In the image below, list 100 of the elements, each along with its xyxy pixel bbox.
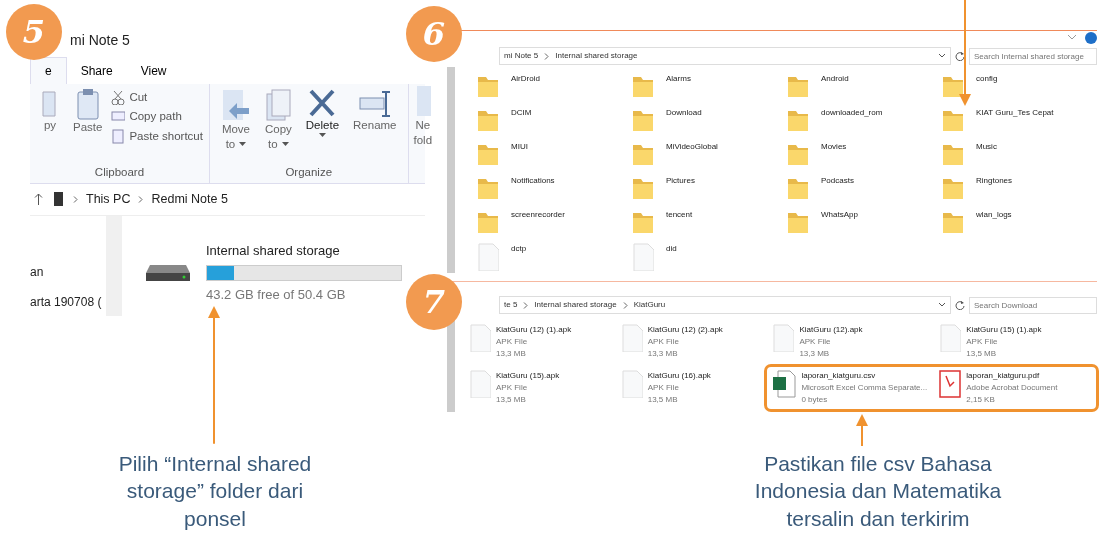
address-bar[interactable]: te 5 Internal shared storage KiatGuru: [499, 296, 951, 314]
breadcrumb-item[interactable]: This PC: [86, 190, 131, 209]
address-bar[interactable]: mi Note 5 Internal shared storage: [499, 47, 951, 65]
cut-button[interactable]: Cut: [111, 88, 203, 108]
file-item[interactable]: KiatGuru (12) (2).apk APK File 13,3 MB: [620, 324, 773, 360]
caret-icon: [239, 141, 247, 147]
file-item[interactable]: laporan_kiatguru.csv Microsoft Excel Comma Separate... 0 bytes: [772, 370, 940, 406]
file-name: KiatGuru (12) (1).apk: [496, 324, 572, 336]
nav-item[interactable]: arta 190708 (: [30, 292, 100, 311]
file-icon: [469, 324, 491, 352]
new-folder-button[interactable]: Ne fold: [408, 84, 438, 183]
file-name: KiatGuru (16).apk: [647, 370, 711, 382]
file-type: APK File: [647, 382, 680, 394]
folder-item[interactable]: Alarms: [632, 71, 787, 99]
folder-item[interactable]: dctp: [477, 241, 632, 269]
file-size: 13,3 MB: [647, 348, 679, 360]
file-item[interactable]: laporan_kiatguru.pdf Adobe Acrobat Document 2,15 KB: [939, 370, 1091, 406]
folder-item[interactable]: Movies: [787, 139, 942, 167]
folder-item[interactable]: Music: [942, 139, 1097, 167]
file-name: KiatGuru (12) (2).apk: [647, 324, 723, 336]
nav-item[interactable]: an: [30, 262, 100, 281]
chevron-down-icon[interactable]: [938, 53, 946, 59]
file-size: 13,3 MB: [799, 348, 831, 360]
folder-item[interactable]: Podcasts: [787, 173, 942, 201]
phone-icon: [51, 191, 65, 208]
folder-item[interactable]: config: [942, 71, 1097, 99]
copy-path-button[interactable]: Copy path: [111, 107, 203, 127]
chevron-right-icon: [523, 301, 529, 309]
file-item[interactable]: KiatGuru (15) (1).apk APK File 13,5 MB: [939, 324, 1091, 360]
chevron-right-icon: [73, 195, 78, 203]
refresh-icon[interactable]: [955, 300, 965, 310]
folder-item[interactable]: Download: [632, 105, 787, 133]
folder-item[interactable]: downloaded_rom: [787, 105, 942, 133]
folder-item[interactable]: did: [632, 241, 787, 269]
folder-item[interactable]: WhatsApp: [787, 207, 942, 235]
move-icon: [220, 88, 251, 122]
group-label: Clipboard: [93, 164, 146, 180]
file-item[interactable]: KiatGuru (12) (1).apk APK File 13,3 MB: [469, 324, 621, 360]
file-type: Adobe Acrobat Document: [966, 382, 1058, 394]
file-name: laporan_kiatguru.pdf: [966, 370, 1041, 382]
search-field[interactable]: Search Download: [969, 296, 1097, 314]
breadcrumb-item[interactable]: Internal shared storage: [534, 299, 617, 311]
file-name: KiatGuru (12).apk: [799, 324, 863, 336]
file-size: 2,15 KB: [966, 394, 996, 406]
close-icon: [308, 88, 337, 118]
rename-icon: [357, 88, 392, 118]
file-type: APK File: [966, 336, 999, 348]
spreadsheet-file-icon: [772, 370, 797, 398]
shortcut-icon: [111, 128, 126, 144]
group-label: Organize: [284, 164, 334, 180]
file-name: KiatGuru (15).apk: [496, 370, 560, 382]
breadcrumb-item[interactable]: mi Note 5: [504, 50, 539, 62]
clipboard-icon: [75, 88, 100, 120]
caption-text: Pastikan file csv Bahasa Indonesia dan Matematika tersalin dan terkirim: [753, 451, 1003, 532]
hard-drive-icon: [146, 262, 190, 283]
rename-button[interactable]: Rename: [348, 88, 402, 152]
folder-item[interactable]: KIAT Guru_Tes Cepat: [942, 105, 1097, 133]
chevron-down-icon[interactable]: [938, 302, 946, 308]
folder-item[interactable]: Pictures: [632, 173, 787, 201]
folder-item[interactable]: Ringtones: [942, 173, 1097, 201]
breadcrumb-item[interactable]: Internal shared storage: [555, 50, 638, 62]
delete-button[interactable]: Delete: [300, 88, 345, 152]
breadcrumb-item[interactable]: Redmi Note 5: [151, 190, 228, 209]
folder-item[interactable]: AirDroid: [477, 71, 632, 99]
help-icon[interactable]: [1085, 32, 1097, 44]
chevron-right-icon: [138, 195, 144, 203]
breadcrumb-item[interactable]: te 5: [504, 299, 518, 311]
copy-to-button[interactable]: Copy to: [259, 88, 297, 152]
folder-item[interactable]: screenrecorder: [477, 207, 632, 235]
folder-item[interactable]: tencent: [632, 207, 787, 235]
paste-shortcut-button[interactable]: Paste shortcut: [111, 126, 203, 146]
folder-item[interactable]: wlan_logs: [942, 207, 1097, 235]
file-icon: [939, 324, 962, 352]
file-size: 13,3 MB: [496, 348, 527, 360]
move-to-button[interactable]: Move to: [215, 88, 256, 152]
breadcrumb-item[interactable]: KiatGuru: [633, 299, 666, 311]
file-item[interactable]: KiatGuru (12).apk APK File 13,3 MB: [772, 324, 940, 360]
folder-item[interactable]: DCIM: [477, 105, 632, 133]
folder-item[interactable]: MIUI: [477, 139, 632, 167]
file-size: 13,5 MB: [966, 348, 998, 360]
up-arrow-icon[interactable]: [34, 193, 43, 206]
folder-item[interactable]: Notifications: [477, 173, 632, 201]
caret-icon: [281, 141, 289, 147]
scissors-icon: [111, 90, 126, 106]
chevron-right-icon: [622, 301, 628, 309]
folder-item[interactable]: Android: [787, 71, 942, 99]
file-name: laporan_kiatguru.csv: [801, 370, 877, 382]
search-field[interactable]: Search Internal shared storage: [969, 47, 1097, 65]
folder-item[interactable]: MiVideoGlobal: [632, 139, 787, 167]
file-item[interactable]: KiatGuru (15).apk APK File 13,5 MB: [469, 370, 621, 406]
drive-name[interactable]: Internal shared storage: [206, 241, 402, 261]
ribbon-tab[interactable]: e: [30, 57, 67, 84]
caret-icon: [318, 132, 326, 138]
file-type: Microsoft Excel Comma Separate...: [801, 382, 928, 394]
file-item[interactable]: KiatGuru (16).apk APK File 13,5 MB: [620, 370, 773, 406]
paste-button[interactable]: Paste: [68, 88, 108, 146]
copy-button[interactable]: py: [36, 88, 64, 146]
copy-icon: [265, 88, 292, 122]
pointer-arrow: [855, 414, 869, 446]
refresh-icon[interactable]: [955, 51, 965, 61]
